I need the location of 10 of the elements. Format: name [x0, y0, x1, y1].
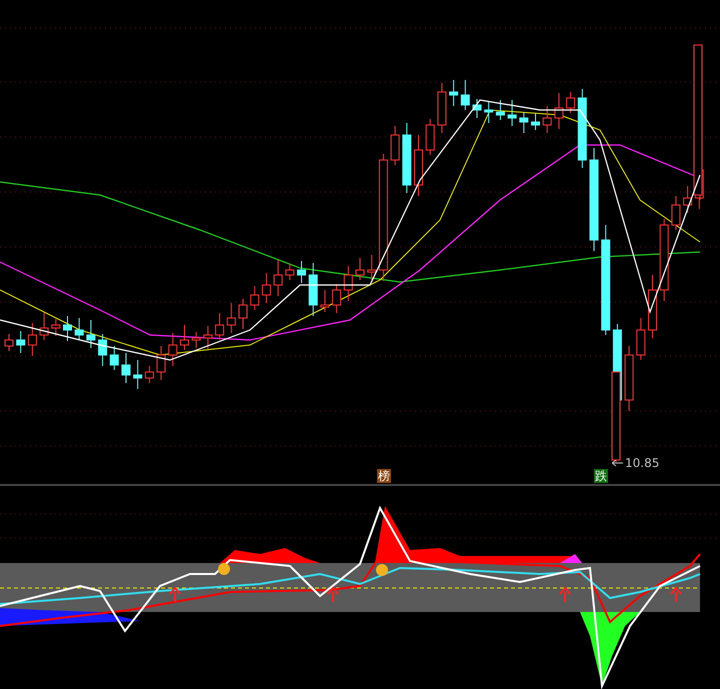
arrow-up-icon [327, 586, 339, 602]
signal-badge: 榜 [377, 469, 391, 483]
arrow-up-icon [169, 586, 181, 602]
signal-badge: 跌 [594, 469, 608, 483]
leader-line [612, 459, 624, 467]
signal-dot-icon [218, 563, 230, 575]
price-label: 10.85 [625, 456, 660, 470]
arrow-up-icon [559, 586, 571, 602]
signal-dot-icon [376, 564, 388, 576]
arrow-up-icon [670, 586, 682, 602]
